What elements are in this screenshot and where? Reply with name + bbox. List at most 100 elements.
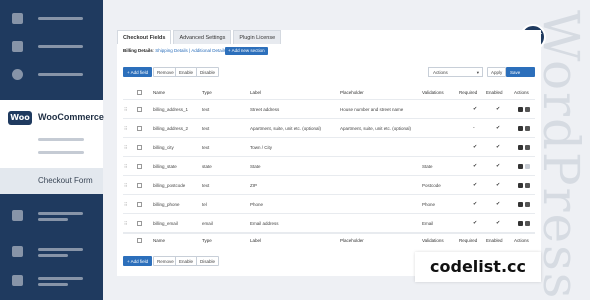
row-checkbox[interactable] [137,157,142,176]
sidebar-item-pages[interactable] [0,207,103,225]
cell-validations: Postcode [422,183,441,188]
sidebar-item-settings[interactable] [0,66,103,84]
sidebar-item-checkout-form[interactable]: Checkout Form [0,168,103,194]
drag-handle-icon[interactable]: ⠿ [124,214,127,233]
cell-validations: Phone [422,202,436,207]
table-row[interactable]: ⠿ billing_state state State State ✔ ✔ [123,157,535,176]
dashboard-icon [12,13,23,24]
sidebar-item-dashboard[interactable] [0,10,103,28]
table-row[interactable]: ⠿ billing_address_2 text Apartment, suite, … [123,119,535,138]
sidebar-item-tools[interactable] [0,272,103,290]
cell-type: email [202,221,213,226]
edit-icon[interactable] [518,145,523,151]
section-nav: Billing Details: Shipping Details | Addi… [123,48,226,53]
tab-plugin-license[interactable]: Plugin License [233,30,282,44]
enable-button[interactable]: Enable [175,256,198,266]
copy-icon[interactable] [525,183,530,189]
wordpress-watermark: WordPress [540,10,590,300]
enabled-indicator: ✔ [496,144,501,150]
wrench-icon [12,275,23,286]
drag-handle-icon[interactable]: ⠿ [124,176,127,195]
drag-handle-icon[interactable]: ⠿ [124,119,127,138]
table-row[interactable]: ⠿ billing_postcode text ZIP Postcode ✔ ✔ [123,176,535,195]
drag-handle-icon[interactable]: ⠿ [124,157,127,176]
edit-icon[interactable] [518,164,523,170]
save-changes-button[interactable]: Save changes [506,67,535,85]
row-checkbox[interactable] [137,214,142,233]
enabled-indicator: ✔ [496,163,501,169]
select-all-checkbox[interactable] [137,86,142,100]
disable-button[interactable]: Disable [196,256,220,266]
enabled-indicator: ✔ [496,220,501,226]
table-row[interactable]: ⠿ billing_address_1 text Street address Hous… [123,100,535,119]
submenu-placeholder[interactable] [38,138,84,141]
tab-advanced-settings[interactable]: Advanced Settings [173,30,232,44]
table-header: Name Type Label Placeholder Validations … [123,86,535,100]
cell-type: text [202,107,210,112]
drag-handle-icon[interactable]: ⠿ [124,138,127,157]
copy-icon[interactable] [525,164,530,170]
copy-icon[interactable] [525,107,530,113]
row-actions [518,119,532,138]
woocommerce-logo: Woo [8,111,32,125]
apply-button[interactable]: Apply [487,67,507,77]
row-checkbox[interactable] [137,100,142,119]
edit-icon[interactable] [518,221,523,227]
pages-icon [12,210,23,221]
submenu-placeholder[interactable] [38,151,84,154]
cell-placeholder: House number and street name [340,107,404,112]
cell-name: billing_postcode [153,183,186,188]
row-actions [518,100,532,119]
edit-icon[interactable] [518,183,523,189]
enable-button[interactable]: Enable [175,67,198,77]
edit-icon[interactable] [518,202,523,208]
copy-icon[interactable] [525,126,530,132]
sidebar-item-appearance[interactable] [0,243,103,261]
cell-label: State [250,164,261,169]
drag-handle-icon[interactable]: ⠿ [124,195,127,214]
cell-label: Phone [250,202,264,207]
cell-label: Apartment, suite, unit etc. (optional) [250,126,322,131]
bulk-actions-select[interactable]: Actions ▾ [428,67,483,77]
add-field-button[interactable]: + Add field [123,256,153,266]
cell-type: tel [202,202,207,207]
disable-button[interactable]: Disable [196,67,220,77]
required-indicator: ✔ [473,144,478,150]
enabled-indicator: ✔ [496,201,501,207]
section-current: Billing Details [123,48,153,53]
add-section-button[interactable]: + Add new section [225,47,268,55]
section-links[interactable]: Shipping Details | Additional Details [155,48,226,53]
cell-type: state [202,164,212,169]
add-field-button[interactable]: + Add field [123,67,153,77]
tab-bar: Checkout Fields Advanced Settings Plugin… [117,30,283,44]
required-indicator: ✔ [473,201,478,207]
tab-checkout-fields[interactable]: Checkout Fields [117,30,172,44]
cell-type: text [202,126,210,131]
row-checkbox[interactable] [137,138,142,157]
row-checkbox[interactable] [137,119,142,138]
edit-icon[interactable] [518,107,523,113]
row-actions [518,157,532,176]
woocommerce-menu[interactable]: Woo WooCommerce [0,100,104,168]
required-indicator: ✔ [473,163,478,169]
row-actions [518,176,532,195]
table-row[interactable]: ⠿ billing_email email Email address Email ✔ ✔ [123,214,535,233]
brush-icon [12,246,23,257]
cell-name: billing_state [153,164,177,169]
cell-name: billing_city [153,145,174,150]
copy-icon[interactable] [525,202,530,208]
edit-icon[interactable] [518,126,523,132]
sidebar-item-posts[interactable] [0,38,103,56]
cell-label: Email address [250,221,279,226]
table-footer: Name Type Label Placeholder Validations … [123,233,535,247]
copy-icon[interactable] [525,221,530,227]
cell-label: ZIP [250,183,258,188]
drag-handle-icon[interactable]: ⠿ [124,100,127,119]
copy-icon[interactable] [525,145,530,151]
row-checkbox[interactable] [137,176,142,195]
table-row[interactable]: ⠿ billing_city text Town / City ✔ ✔ [123,138,535,157]
table-row[interactable]: ⠿ billing_phone tel Phone Phone ✔ ✔ [123,195,535,214]
row-checkbox[interactable] [137,195,142,214]
select-all-checkbox[interactable] [137,234,142,248]
cell-validations: Email [422,221,434,226]
